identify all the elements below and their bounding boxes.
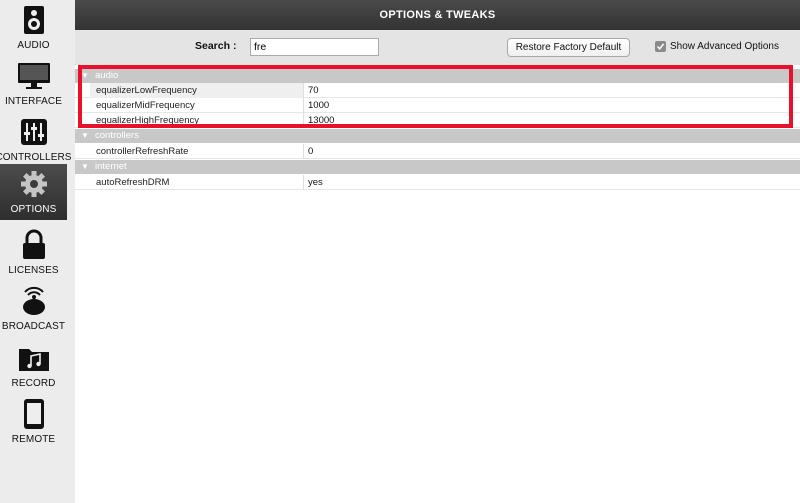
sidebar-item-licenses[interactable]: LICENSES <box>0 225 67 281</box>
sidebar-item-broadcast[interactable]: BROADCAST <box>0 281 67 337</box>
sidebar-item-label: LICENSES <box>8 265 59 276</box>
table-row[interactable]: controllerRefreshRate 0 <box>75 144 800 159</box>
table-row[interactable]: equalizerHighFrequency 13000 <box>75 113 800 128</box>
show-advanced-label[interactable]: Show Advanced Options <box>670 41 779 52</box>
sidebar-item-label: OPTIONS <box>10 204 57 215</box>
option-key: equalizerMidFrequency <box>90 98 304 113</box>
restore-factory-default-button[interactable]: Restore Factory Default <box>507 38 630 57</box>
sidebar-item-controllers[interactable]: CONTROLLERS <box>0 112 71 168</box>
sidebar-item-label: REMOTE <box>11 434 56 445</box>
gear-icon <box>17 167 51 201</box>
speaker-icon <box>17 3 51 37</box>
collapse-triangle-icon: ▼ <box>81 131 89 140</box>
collapse-triangle-icon: ▼ <box>81 71 89 80</box>
sidebar: AUDIO INTERFACE CONTROLLERS OPTIONS LICE… <box>0 0 76 503</box>
sidebar-item-audio[interactable]: AUDIO <box>0 0 67 56</box>
option-key: controllerRefreshRate <box>90 144 304 159</box>
group-name: internet <box>95 161 127 172</box>
sidebar-item-remote[interactable]: REMOTE <box>0 394 67 450</box>
sidebar-item-label: AUDIO <box>17 40 50 51</box>
checkmark-icon <box>656 43 665 50</box>
option-value[interactable]: 70 <box>308 83 319 98</box>
music-folder-icon <box>17 341 51 375</box>
group-name: controllers <box>95 130 139 141</box>
search-label: Search : <box>195 40 237 52</box>
option-key: equalizerHighFrequency <box>90 113 304 128</box>
group-header-controllers[interactable]: ▼ controllers <box>75 129 800 143</box>
sidebar-item-options[interactable]: OPTIONS <box>0 164 67 220</box>
option-key: autoRefreshDRM <box>90 175 304 190</box>
option-value[interactable]: 1000 <box>308 98 329 113</box>
option-value[interactable]: yes <box>308 175 323 190</box>
title-bar: OPTIONS & TWEAKS <box>75 0 800 30</box>
options-table: ▼ audio equalizerLowFrequency 70 equaliz… <box>75 65 800 503</box>
sidebar-item-label: INTERFACE <box>4 96 63 107</box>
sidebar-item-record[interactable]: RECORD <box>0 338 67 394</box>
page-title: OPTIONS & TWEAKS <box>379 9 496 21</box>
show-advanced-checkbox[interactable] <box>655 41 666 52</box>
phone-icon <box>17 397 51 431</box>
sliders-icon <box>17 115 51 149</box>
group-header-internet[interactable]: ▼ internet <box>75 160 800 174</box>
table-row[interactable]: equalizerMidFrequency 1000 <box>75 98 800 113</box>
broadcast-icon <box>17 284 51 318</box>
sidebar-item-label: RECORD <box>11 378 56 389</box>
toolbar: Search : Restore Factory Default Show Ad… <box>75 30 800 64</box>
group-header-audio[interactable]: ▼ audio <box>75 69 800 83</box>
search-input[interactable] <box>250 38 379 56</box>
sidebar-item-label: CONTROLLERS <box>0 152 72 163</box>
collapse-triangle-icon: ▼ <box>81 162 89 171</box>
group-name: audio <box>95 70 119 81</box>
table-row[interactable]: equalizerLowFrequency 70 <box>75 83 800 98</box>
table-row[interactable]: autoRefreshDRM yes <box>75 175 800 190</box>
lock-icon <box>17 228 51 262</box>
monitor-icon <box>17 59 51 93</box>
sidebar-item-interface[interactable]: INTERFACE <box>0 56 67 112</box>
option-value[interactable]: 0 <box>308 144 313 159</box>
option-key: equalizerLowFrequency <box>90 83 304 98</box>
option-value[interactable]: 13000 <box>308 113 334 128</box>
sidebar-item-label: BROADCAST <box>1 321 66 332</box>
